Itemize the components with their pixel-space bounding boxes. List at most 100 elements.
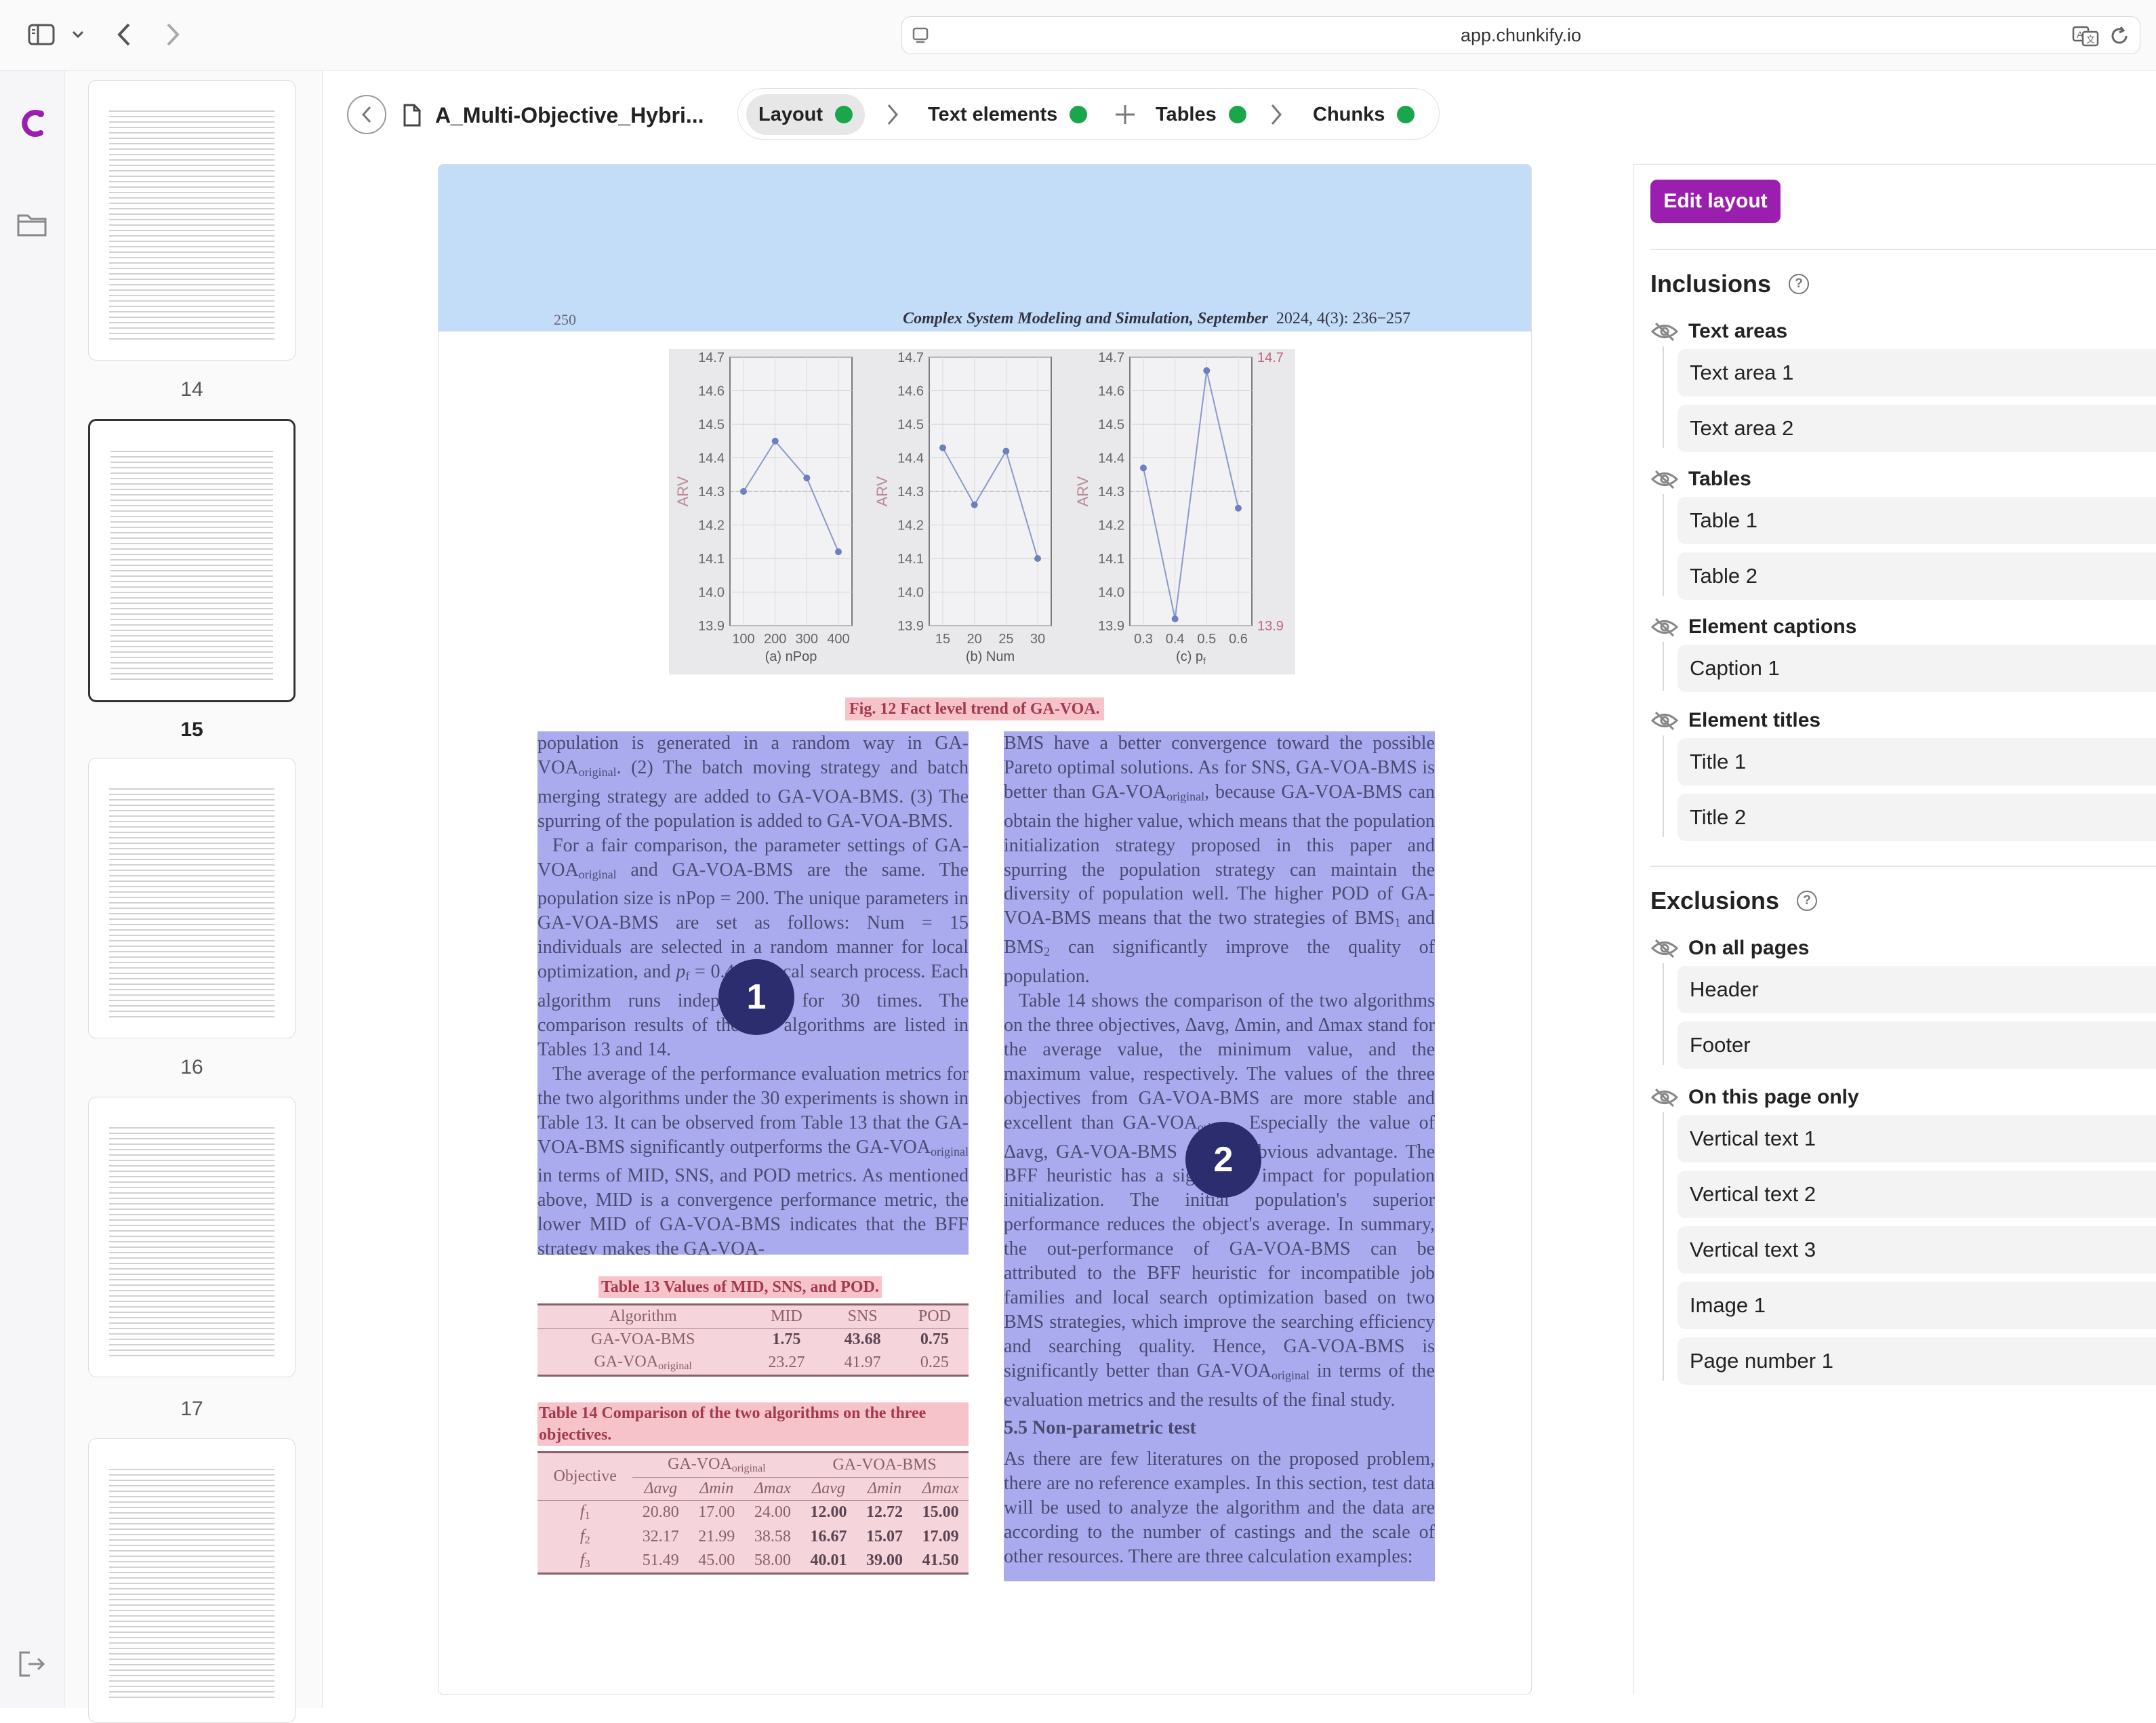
chunkify-logo[interactable]: [16, 106, 47, 144]
layout-item[interactable]: Header: [1677, 966, 2156, 1013]
reload-icon[interactable]: [2109, 25, 2130, 50]
layout-item[interactable]: Page number 1: [1677, 1337, 2156, 1385]
table-13[interactable]: Algorithm MID SNS POD GA-VOA-BMS 1.75 43…: [537, 1303, 969, 1377]
step-text-elements[interactable]: Text elements: [916, 94, 1099, 135]
sidebar-toggle-icon[interactable]: [24, 18, 58, 52]
layout-item[interactable]: Image 1: [1677, 1282, 2156, 1329]
group-element-captions[interactable]: Element captions: [1650, 612, 1856, 642]
chevron-right-icon: [1269, 94, 1283, 135]
data-point: [1002, 447, 1010, 455]
page-thumbnail[interactable]: [88, 1438, 296, 1723]
step-label: Layout: [758, 103, 823, 125]
layout-item[interactable]: Vertical text 1: [1677, 1115, 2156, 1162]
logout-icon[interactable]: [18, 1650, 46, 1682]
step-label: Tables: [1156, 103, 1217, 125]
page-number-label: 17: [180, 1398, 203, 1420]
area-badge[interactable]: 2: [1185, 1122, 1261, 1198]
address-bar[interactable]: app.chunkify.io A文: [901, 16, 2140, 54]
exclusions-section-title: Exclusions?: [1650, 880, 1818, 921]
data-point: [1203, 367, 1211, 374]
layout-item[interactable]: Text area 2: [1677, 405, 2156, 452]
y-tick-label: 14.4: [897, 451, 924, 466]
header-region[interactable]: 250 Complex System Modeling and Simulati…: [439, 165, 1531, 331]
data-point: [939, 444, 946, 451]
document-title-text: A_Multi-Objective_Hybri...: [435, 102, 704, 127]
group-label: On all pages: [1688, 937, 1810, 959]
layout-item[interactable]: Footer: [1677, 1021, 2156, 1069]
group-tables[interactable]: Tables: [1650, 464, 1751, 494]
back-arrow-icon[interactable]: [108, 18, 140, 52]
layout-panel: Edit layout Inclusions? Text areas Text …: [1633, 164, 2156, 1695]
layout-item[interactable]: Vertical text 2: [1677, 1171, 2156, 1218]
layout-item[interactable]: Text area 1: [1677, 349, 2156, 397]
group-on-all-pages[interactable]: On all pages: [1650, 933, 1809, 963]
page-thumbnail-active[interactable]: [88, 419, 296, 702]
url-text: app.chunkify.io: [1460, 24, 1582, 45]
table-14-grid: Objective GA-VOAoriginal GA-VOA-BMS Δavg…: [537, 1451, 969, 1575]
group-rail: [1663, 735, 1664, 837]
page-thumbnail[interactable]: [88, 1097, 296, 1377]
layout-item[interactable]: Title 2: [1677, 794, 2156, 841]
help-icon[interactable]: ?: [1797, 891, 1818, 911]
group-text-areas[interactable]: Text areas: [1650, 317, 1787, 346]
section-title-text: Exclusions: [1650, 887, 1780, 914]
table-13-title[interactable]: Table 13 Values of MID, SNS, and POD.: [598, 1276, 882, 1298]
figure-caption[interactable]: Fig. 12 Fact level trend of GA-VOA.: [845, 697, 1104, 721]
back-button[interactable]: [347, 95, 386, 134]
document-title: A_Multi-Objective_Hybri...: [403, 96, 704, 134]
step-chunks[interactable]: Chunks: [1301, 94, 1427, 135]
help-icon[interactable]: ?: [1789, 274, 1810, 294]
y-tick-label: 14.1: [1098, 552, 1124, 567]
y-tick-label: 13.9: [1098, 619, 1124, 634]
eye-off-icon[interactable]: [1650, 938, 1679, 958]
paragraph: Table 14 shows the comparison of the two…: [1004, 990, 1435, 1411]
x-tick-label: 0.3: [1134, 632, 1153, 647]
line-charts: 13.9 14.0 14.1 14.2 14.3 14.4 14.5 14.6 14.7 100 2…: [674, 350, 1284, 666]
page-thumbnail[interactable]: [88, 80, 296, 361]
group-element-titles[interactable]: Element titles: [1650, 706, 1821, 735]
data-point: [835, 548, 842, 556]
y-tick-label: 14.5: [897, 418, 924, 432]
table-14[interactable]: Objective GA-VOAoriginal GA-VOA-BMS Δavg…: [537, 1451, 969, 1575]
layout-item[interactable]: Vertical text 3: [1677, 1226, 2156, 1274]
x-axis-label: (c) pf: [1176, 649, 1206, 666]
table-row: GA-VOAoriginal 23.27 41.97 0.25: [537, 1350, 969, 1377]
layout-item[interactable]: Title 1: [1677, 738, 2156, 786]
eye-off-icon[interactable]: [1650, 469, 1679, 489]
table-14-title[interactable]: Table 14 Comparison of the two algorithm…: [537, 1402, 969, 1446]
layout-item[interactable]: Table 1: [1677, 497, 2156, 544]
table-header: GA-VOAoriginal: [632, 1451, 801, 1478]
eye-off-icon[interactable]: [1650, 710, 1679, 731]
y-tick-label: 14.3: [897, 485, 924, 500]
table-header: POD: [900, 1303, 969, 1329]
eye-off-icon[interactable]: [1650, 1087, 1679, 1108]
layout-item[interactable]: Table 2: [1677, 552, 2156, 600]
page-thumbnail[interactable]: [88, 758, 296, 1038]
section-title-text: Inclusions: [1650, 270, 1772, 298]
figure-image-region[interactable]: 13.9 14.0 14.1 14.2 14.3 14.4 14.5 14.6 14.7 100 2…: [669, 349, 1295, 674]
layout-item[interactable]: Caption 1: [1677, 645, 2156, 692]
group-on-this-page-only[interactable]: On this page only: [1650, 1082, 1859, 1112]
y-tick-label: 13.9: [698, 619, 725, 634]
folder-icon[interactable]: [16, 211, 47, 241]
step-tables[interactable]: Tables: [1143, 94, 1259, 135]
eye-off-icon[interactable]: [1650, 321, 1679, 342]
y-tick-label: 14.7: [897, 350, 924, 365]
thumbnail-preview: [109, 110, 274, 340]
group-rail: [1663, 642, 1664, 691]
eye-off-icon[interactable]: [1650, 617, 1679, 637]
translate-icon[interactable]: A文: [2072, 25, 2099, 50]
step-layout[interactable]: Layout: [746, 94, 866, 135]
edit-layout-button[interactable]: Edit layout: [1650, 180, 1781, 223]
y-tick-label: 14.0: [1098, 586, 1124, 601]
x-tick-label: 200: [764, 632, 786, 647]
page-number-label: 14: [180, 378, 203, 401]
y-tick-label: 14.6: [897, 384, 924, 399]
area-badge[interactable]: 1: [718, 959, 794, 1035]
y-tick-label: 14.0: [897, 586, 924, 601]
paragraph: As there are few literatures on the prop…: [1004, 1448, 1435, 1567]
forward-arrow-icon[interactable]: [157, 18, 188, 52]
table-13-grid: Algorithm MID SNS POD GA-VOA-BMS 1.75 43…: [537, 1303, 969, 1377]
chevron-down-icon[interactable]: [68, 18, 88, 52]
x-tick-label: 15: [935, 632, 950, 647]
